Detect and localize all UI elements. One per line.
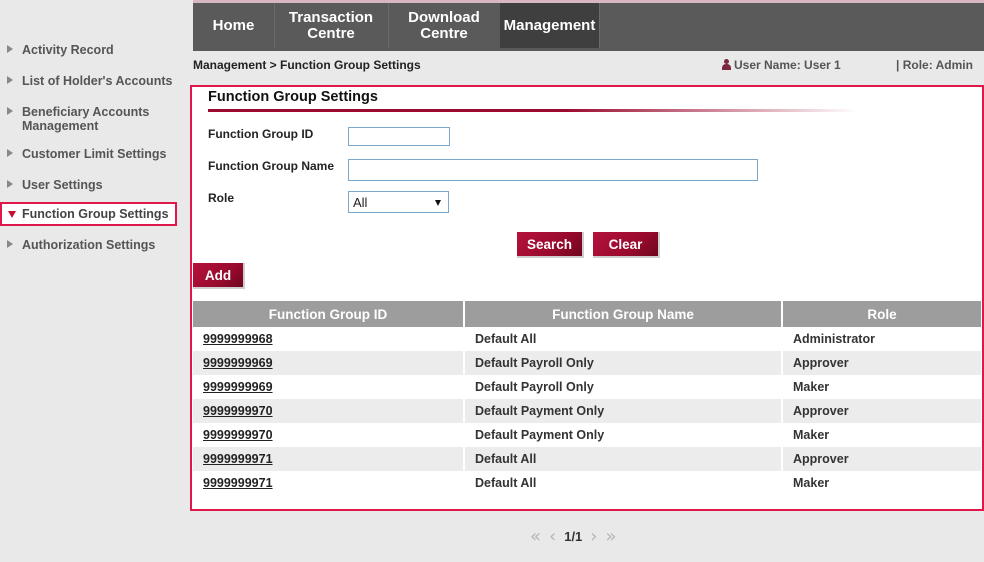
table-row: 9999999971 Default All Maker: [193, 471, 981, 495]
function-group-table: Function Group ID Function Group Name Ro…: [193, 301, 981, 495]
sidebar-item-user-settings[interactable]: User Settings: [0, 175, 180, 195]
function-group-id-input[interactable]: [348, 127, 450, 146]
role-cell: Approver: [793, 356, 849, 370]
title-divider: [208, 109, 858, 112]
chevron-right-icon: [7, 107, 13, 115]
column-header-id[interactable]: Function Group ID: [193, 301, 465, 327]
user-role: | Role: Admin: [896, 58, 973, 72]
table-body: 9999999968 Default All Administrator 999…: [193, 327, 981, 495]
table-row: 9999999969 Default Payroll Only Maker: [193, 375, 981, 399]
role-cell: Maker: [793, 476, 830, 490]
sidebar-item-function-group[interactable]: Function Group Settings: [0, 202, 177, 226]
panel-title: Function Group Settings: [208, 89, 378, 105]
sidebar-item-label: User Settings: [22, 178, 103, 192]
function-group-id-link[interactable]: 9999999971: [203, 476, 273, 490]
nav-label: Management: [503, 16, 596, 34]
clear-button[interactable]: Clear: [593, 232, 660, 258]
function-group-id-link[interactable]: 9999999969: [203, 356, 273, 370]
last-page-icon[interactable]: »: [606, 526, 617, 547]
chevron-right-icon: [7, 76, 13, 84]
id-cell: 9999999971: [193, 471, 465, 495]
chevron-right-icon: [7, 180, 13, 188]
user-name: User Name: User 1: [722, 58, 841, 72]
name-cell: Default Payroll Only: [465, 351, 783, 375]
user-name-text: User Name: User 1: [734, 58, 841, 72]
top-nav: Home Transaction Centre Download Centre …: [193, 0, 984, 51]
sidebar: Activity Record List of Holder's Account…: [0, 30, 180, 255]
column-header-name[interactable]: Function Group Name: [465, 301, 783, 327]
nav-transaction-centre[interactable]: Transaction Centre: [274, 3, 389, 48]
chevron-down-icon: [8, 211, 16, 218]
name-cell: Default Payroll Only: [465, 375, 783, 399]
id-cell: 9999999968: [193, 327, 465, 351]
pagination: « ‹ 1/1 › »: [530, 526, 617, 547]
role-selected-value: All: [353, 195, 368, 210]
sidebar-item-label: Activity Record: [22, 43, 114, 57]
function-group-id-link[interactable]: 9999999970: [203, 404, 273, 418]
sidebar-item-beneficiary-accounts[interactable]: Beneficiary Accounts Management: [0, 102, 180, 136]
chevron-right-icon: [7, 149, 13, 157]
role-cell: Administrator: [793, 332, 875, 346]
previous-page-icon[interactable]: ‹: [549, 526, 556, 547]
sidebar-item-label: Authorization Settings: [22, 238, 156, 252]
id-cell: 9999999969: [193, 375, 465, 399]
name-cell: Default All: [465, 447, 783, 471]
id-cell: 9999999971: [193, 447, 465, 471]
function-group-id-label: Function Group ID: [208, 127, 314, 141]
role-cell: Maker: [793, 380, 830, 394]
function-group-panel: Function Group Settings Function Group I…: [190, 85, 984, 511]
role-cell: Maker: [793, 428, 830, 442]
role-cell: Approver: [793, 404, 849, 418]
function-group-name-input[interactable]: [348, 159, 758, 181]
id-cell: 9999999970: [193, 423, 465, 447]
nav-download-centre[interactable]: Download Centre: [388, 3, 501, 48]
table-row: 9999999970 Default Payment Only Approver: [193, 399, 981, 423]
column-header-role[interactable]: Role: [783, 301, 981, 327]
function-group-id-link[interactable]: 9999999970: [203, 428, 273, 442]
user-icon: [722, 59, 731, 70]
name-cell: Default Payment Only: [465, 399, 783, 423]
first-page-icon[interactable]: «: [530, 526, 541, 547]
table-header: Function Group ID Function Group Name Ro…: [193, 301, 981, 327]
sidebar-item-label: Customer Limit Settings: [22, 147, 167, 161]
id-cell: 9999999970: [193, 399, 465, 423]
sidebar-item-activity-record[interactable]: Activity Record: [0, 40, 180, 60]
role-cell: Approver: [793, 452, 849, 466]
function-group-id-link[interactable]: 9999999968: [203, 332, 273, 346]
function-group-id-link[interactable]: 9999999969: [203, 380, 273, 394]
dropdown-caret-icon: [435, 200, 441, 206]
name-cell: Default All: [465, 471, 783, 495]
sidebar-item-label: Function Group Settings: [22, 207, 169, 221]
table-row: 9999999970 Default Payment Only Maker: [193, 423, 981, 447]
name-cell: Default Payment Only: [465, 423, 783, 447]
nav-label: Home: [212, 16, 255, 34]
table-row: 9999999969 Default Payroll Only Approver: [193, 351, 981, 375]
id-cell: 9999999969: [193, 351, 465, 375]
role-select[interactable]: All: [348, 191, 449, 213]
function-group-name-label: Function Group Name: [208, 159, 334, 173]
sidebar-item-label: Beneficiary Accounts Management: [22, 105, 150, 133]
role-label: Role: [208, 191, 235, 205]
chevron-right-icon: [7, 45, 13, 53]
table-row: 9999999968 Default All Administrator: [193, 327, 981, 351]
chevron-right-icon: [7, 240, 13, 248]
nav-label: Transaction Centre: [288, 8, 374, 42]
name-cell: Default All: [465, 327, 783, 351]
nav-home[interactable]: Home: [193, 3, 275, 48]
sidebar-item-authorization[interactable]: Authorization Settings: [0, 235, 180, 255]
sidebar-item-customer-limit[interactable]: Customer Limit Settings: [0, 144, 180, 164]
search-button[interactable]: Search: [517, 232, 584, 258]
sidebar-item-holders-accounts[interactable]: List of Holder's Accounts: [0, 71, 180, 91]
sidebar-item-label: List of Holder's Accounts: [22, 74, 173, 88]
nav-management[interactable]: Management: [500, 3, 600, 48]
function-group-id-link[interactable]: 9999999971: [203, 452, 273, 466]
add-button[interactable]: Add: [193, 263, 245, 289]
breadcrumb: Management > Function Group Settings: [193, 58, 421, 72]
page-indicator: 1/1: [564, 528, 583, 544]
nav-label: Download Centre: [408, 8, 480, 42]
next-page-icon[interactable]: ›: [590, 526, 597, 547]
table-row: 9999999971 Default All Approver: [193, 447, 981, 471]
